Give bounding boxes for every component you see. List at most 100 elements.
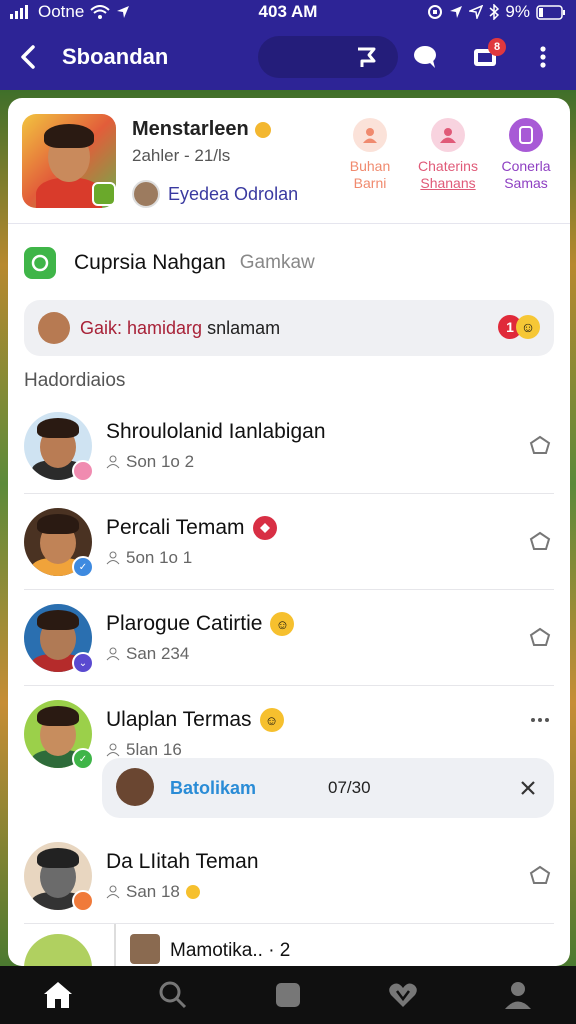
location-icon [117, 6, 130, 18]
main-card: Menstarleen 2ahler - 21/ls Eyedea Odrola… [8, 98, 570, 966]
nav-favorites[interactable] [373, 970, 433, 1020]
reply-avatar [116, 768, 154, 806]
person-icon [106, 885, 120, 899]
nav-square[interactable] [258, 970, 318, 1020]
home-icon [43, 982, 72, 1008]
contact-name: Shroulolanid Ianlabigan [106, 420, 326, 443]
chat-button[interactable] [408, 40, 442, 74]
chat-icon [414, 46, 436, 68]
location-arrow-icon [450, 6, 463, 18]
chat-bubble-icon [24, 247, 56, 279]
notification-badge: 8 [488, 38, 506, 56]
smile-emoji-icon: ☺ [270, 612, 295, 636]
list-label: Hadordiaios [24, 370, 126, 391]
contact-meta: San 234 [106, 644, 189, 664]
list-item[interactable]: ⌄ Plarogue Catirtie ☺ San 234 [24, 590, 554, 686]
more-horizontal-icon [531, 718, 549, 722]
notice-highlight: Gaik: hamidarg [80, 317, 203, 338]
action-chaterins-button[interactable]: Chaterins Shanans [416, 118, 480, 192]
notice-bar[interactable]: Gaik: hamidarg snlamam 1 ☺ [24, 300, 554, 356]
contact-name: Ulaplan Termas ☺ [106, 708, 284, 732]
action-buhan-button[interactable]: Buhan Barni [338, 118, 402, 192]
reply-time: 07/30 [328, 778, 371, 797]
contact-meta: 5lan 16 [106, 740, 182, 760]
profile-header: Menstarleen 2ahler - 21/ls Eyedea Odrola… [8, 98, 570, 224]
contact-meta: 5on 1o 1 [106, 548, 192, 568]
thread-text: Mamotika.. · 2 [170, 940, 291, 961]
reply-preview[interactable]: Batolikam 07/30 [102, 758, 554, 818]
close-button[interactable] [514, 774, 542, 802]
close-icon [521, 781, 535, 795]
section-hint: Gamkaw [239, 252, 315, 273]
red-badge-icon [252, 516, 277, 540]
add-friend-button[interactable] [526, 862, 554, 890]
action-label-1b: Barni [353, 175, 387, 191]
mini-avatar [132, 180, 160, 208]
smile-emoji-icon: ☺ [516, 315, 540, 339]
action-label-3: Conerla [501, 158, 551, 174]
list-item[interactable]: Shroulolanid Ianlabigan Son 1o 2 [24, 398, 554, 494]
battery-icon [536, 4, 565, 20]
verified-badge-icon: ✓ [72, 556, 94, 578]
person-icon [106, 743, 120, 757]
profile-icon [505, 982, 532, 1009]
section-header: Cuprsia Nahgan Gamkaw [8, 224, 570, 302]
reply-name: Batolikam [170, 778, 257, 798]
lock-rotation-icon [428, 5, 443, 19]
notice-rest: snlamam [207, 317, 281, 338]
contact-meta: San 18 [106, 882, 200, 902]
notice-badges: 1 ☺ [498, 315, 540, 339]
action-label-1: Buhan [349, 158, 391, 174]
carrier-name: Ootne [38, 2, 85, 21]
person-icon [106, 551, 120, 565]
bottom-nav [0, 966, 576, 1024]
check-badge-icon: ✓ [72, 748, 94, 770]
back-button[interactable] [0, 24, 56, 90]
action-label-2b: Shanans [420, 175, 476, 191]
partial-avatar [24, 934, 92, 966]
nav-home[interactable] [28, 970, 88, 1020]
heart-icon [389, 983, 417, 1007]
add-friend-button[interactable] [526, 624, 554, 652]
profile-link[interactable]: Eyedea Odrolan [132, 180, 298, 208]
person-icon [106, 455, 120, 469]
group-icon [431, 118, 465, 152]
contact-name: Da LIitah Teman [106, 850, 259, 873]
back-icon [21, 45, 35, 69]
profile-name-row: Menstarleen [132, 118, 271, 141]
contact-name: Plarogue Catirtie ☺ [106, 612, 295, 636]
list-item[interactable]: ✓ Percali Temam 5on 1o 1 [24, 494, 554, 590]
square-icon [275, 983, 300, 1007]
thread-preview[interactable]: Mamotika.. · 2 [114, 924, 554, 966]
more-icon [540, 46, 546, 68]
flame-badge-icon [72, 890, 94, 912]
signal-icon [10, 5, 28, 19]
profile-subtitle: 2ahler - 21/ls [132, 146, 231, 165]
add-friend-icon [529, 435, 551, 454]
more-button[interactable] [526, 40, 560, 74]
page-title: Sboandan [62, 44, 169, 69]
smile-emoji-icon: ☺ [259, 708, 284, 732]
action-conerla-button[interactable]: Conerla Samas [494, 118, 558, 192]
overflow-menu-button[interactable] [526, 706, 554, 734]
notice-text: Gaik: hamidarg snlamam [80, 318, 280, 339]
add-friend-icon [529, 865, 551, 884]
add-friend-icon [529, 531, 551, 550]
status-dot-icon [72, 460, 94, 482]
search-bar[interactable] [258, 36, 398, 78]
coin-icon [185, 885, 200, 899]
status-bar: Ootne 403 AM 9% [0, 0, 576, 24]
nav-profile[interactable] [488, 970, 548, 1020]
add-friend-button[interactable] [526, 528, 554, 556]
notice-avatar [38, 312, 70, 344]
avatar-hair [44, 124, 94, 148]
nav-search[interactable] [143, 970, 203, 1020]
list-item[interactable]: Da LIitah Teman San 18 [24, 828, 554, 924]
bluetooth-icon [489, 4, 500, 20]
person-icon [106, 647, 120, 661]
add-friend-button[interactable] [526, 432, 554, 460]
thread-avatar [130, 934, 160, 964]
contact-name: Percali Temam [106, 516, 277, 540]
inbox-button[interactable]: 8 [468, 38, 506, 74]
search-icon [159, 981, 186, 1009]
